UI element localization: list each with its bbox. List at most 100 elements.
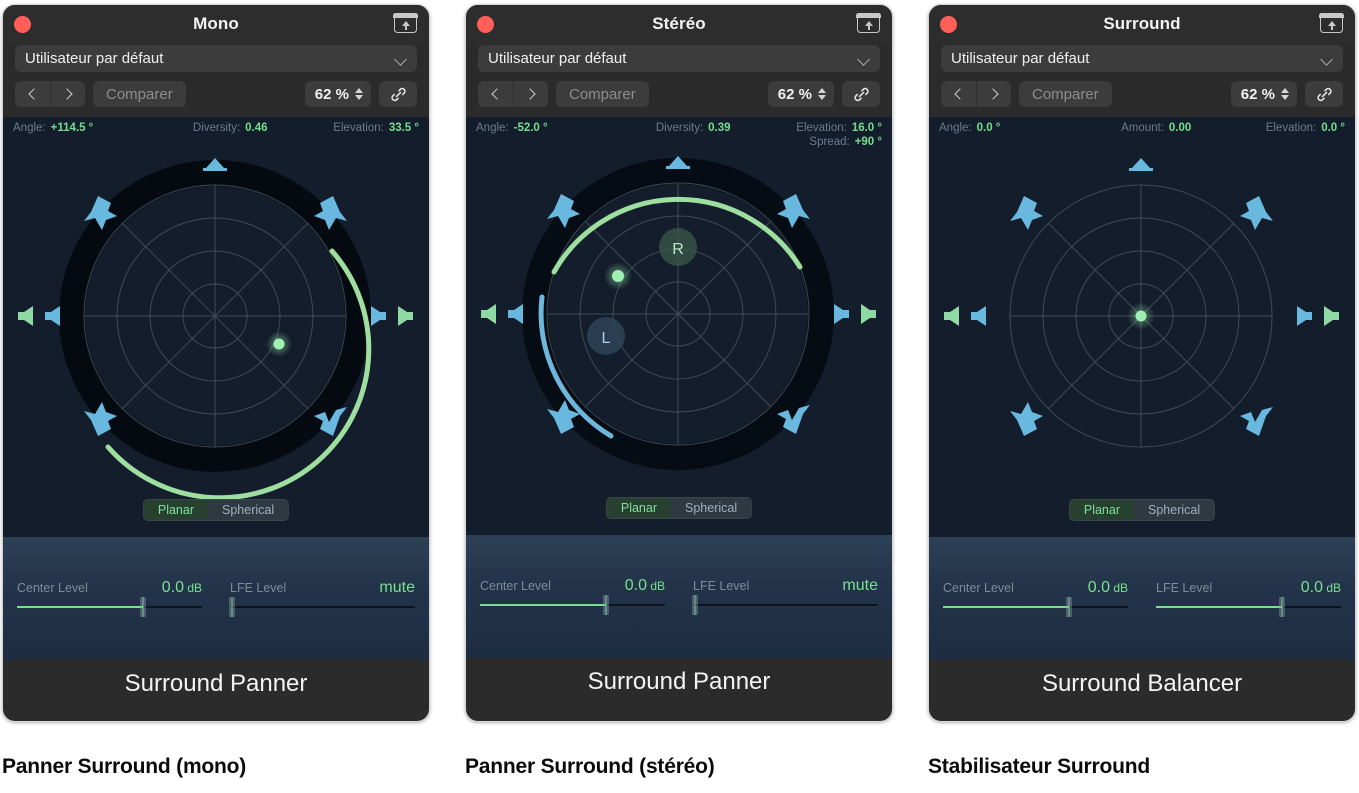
mix-percent-value: 62 %: [314, 85, 349, 103]
view-mode-planar[interactable]: Planar: [143, 500, 209, 520]
lfe-level-track[interactable]: [692, 595, 878, 615]
svg-text:R: R: [672, 241, 684, 258]
preset-nav-group: [941, 81, 1011, 107]
angle-value: -52.0 °: [513, 122, 548, 134]
center-level-label: Center Level: [480, 579, 551, 593]
expand-icon[interactable]: [1319, 13, 1344, 33]
lfe-level-slider[interactable]: LFE Level mute: [679, 535, 892, 658]
titlebar: Mono: [3, 5, 429, 45]
next-preset-button[interactable]: [513, 81, 548, 107]
level-section: Center Level 0.0 dB LFE Level 0.0 dB: [929, 537, 1355, 660]
control-row: Comparer 62 %: [466, 72, 892, 117]
window-title: Mono: [193, 14, 239, 33]
preset-select[interactable]: Utilisateur par défaut: [478, 45, 880, 72]
preset-row: Utilisateur par défaut: [466, 45, 892, 72]
mix-percent-value: 62 %: [777, 85, 812, 103]
lfe-level-knob[interactable]: [692, 595, 698, 615]
center-level-track[interactable]: [480, 595, 665, 615]
stepper-icon[interactable]: [818, 88, 826, 100]
center-level-track[interactable]: [943, 597, 1128, 617]
view-mode-planar[interactable]: Planar: [606, 498, 672, 518]
readout-strip: Angle: +114.5 ° Diversity: 0.46 Elevatio…: [3, 117, 429, 136]
lfe-level-knob[interactable]: [1278, 597, 1285, 617]
preset-select[interactable]: Utilisateur par défaut: [941, 45, 1343, 72]
preset-nav-group: [478, 81, 548, 107]
center-level-knob[interactable]: [1065, 597, 1072, 617]
view-mode-spherical[interactable]: Spherical: [208, 500, 288, 520]
mix-percent-field[interactable]: 62 %: [767, 81, 834, 107]
panner-field[interactable]: Planar Spherical: [929, 136, 1355, 537]
compare-button[interactable]: Comparer: [93, 81, 186, 107]
preset-row: Utilisateur par défaut: [929, 45, 1355, 72]
prev-preset-button[interactable]: [15, 81, 50, 107]
expand-icon[interactable]: [393, 13, 418, 33]
plugin-window-stereo[interactable]: Stéréo Utilisateur par défaut Comparer 6…: [465, 4, 893, 722]
readout-spread: Spread: +90 °: [809, 136, 882, 148]
control-row: Comparer 62 %: [3, 72, 429, 117]
view-mode-spherical[interactable]: Spherical: [1134, 500, 1214, 520]
lfe-level-track[interactable]: [229, 597, 415, 617]
caption-surround: Stabilisateur Surround: [928, 755, 1150, 778]
plugin-window-surround[interactable]: Surround Utilisateur par défaut Comparer…: [928, 4, 1356, 722]
elevation-label: Elevation:: [333, 122, 384, 134]
stepper-icon[interactable]: [1281, 88, 1289, 100]
preset-select[interactable]: Utilisateur par défaut: [15, 45, 417, 72]
spread-value: +90 °: [854, 136, 882, 148]
center-level-slider[interactable]: Center Level 0.0 dB: [929, 537, 1142, 660]
lfe-level-slider[interactable]: LFE Level 0.0 dB: [1142, 537, 1355, 660]
center-level-value: 0.0 dB: [161, 579, 202, 596]
prev-preset-button[interactable]: [478, 81, 513, 107]
view-mode-planar[interactable]: Planar: [1069, 500, 1135, 520]
link-button[interactable]: [1305, 81, 1343, 107]
center-level-value: 0.0 dB: [1087, 579, 1128, 596]
elevation-value: 33.5 °: [388, 122, 419, 134]
plugin-window-mono[interactable]: Mono Utilisateur par défaut Comparer 62 …: [2, 4, 430, 722]
angle-label: Angle:: [13, 122, 46, 134]
compare-label: Comparer: [569, 85, 636, 103]
readout-diversity: Diversity: 0.46: [163, 122, 297, 134]
readout-strip: Angle: -52.0 ° Diversity: 0.39 Elevation…: [466, 117, 892, 150]
lfe-level-knob[interactable]: [229, 597, 235, 617]
next-preset-button[interactable]: [50, 81, 85, 107]
center-level-slider[interactable]: Center Level 0.0 dB: [3, 537, 216, 660]
compare-label: Comparer: [106, 85, 173, 103]
compare-button[interactable]: Comparer: [556, 81, 649, 107]
view-mode-spherical[interactable]: Spherical: [671, 498, 751, 518]
panner-field[interactable]: Planar Spherical: [3, 136, 429, 537]
lfe-level-value: mute: [842, 577, 878, 594]
panner-field[interactable]: R L Planar Spherical: [466, 150, 892, 535]
link-button[interactable]: [379, 81, 417, 107]
stepper-icon[interactable]: [355, 88, 363, 100]
control-row: Comparer 62 %: [929, 72, 1355, 117]
center-level-knob[interactable]: [139, 597, 146, 617]
center-level-slider[interactable]: Center Level 0.0 dB: [466, 535, 679, 658]
preset-nav-group: [15, 81, 85, 107]
screenshot-stage: Mono Utilisateur par défaut Comparer 62 …: [0, 0, 1359, 793]
view-mode-toggle[interactable]: Planar Spherical: [142, 499, 290, 521]
compare-label: Comparer: [1032, 85, 1099, 103]
lfe-level-track[interactable]: [1156, 597, 1341, 617]
next-preset-button[interactable]: [976, 81, 1011, 107]
prev-preset-button[interactable]: [941, 81, 976, 107]
expand-icon[interactable]: [856, 13, 881, 33]
angle-value: +114.5 °: [50, 122, 94, 134]
compare-button[interactable]: Comparer: [1019, 81, 1112, 107]
lfe-level-slider[interactable]: LFE Level mute: [216, 537, 429, 660]
amount-value: 0.00: [1168, 122, 1192, 134]
mix-percent-field[interactable]: 62 %: [304, 81, 371, 107]
chevron-down-icon: [1320, 53, 1333, 66]
center-level-label: Center Level: [943, 581, 1014, 595]
elevation-label: Elevation:: [1265, 122, 1317, 134]
diversity-label: Diversity:: [192, 122, 241, 134]
center-level-knob[interactable]: [602, 595, 609, 615]
angle-value: 0.0 °: [976, 122, 1001, 134]
lfe-level-label: LFE Level: [230, 581, 287, 595]
mix-percent-field[interactable]: 62 %: [1230, 81, 1297, 107]
readout-angle: Angle: -52.0 °: [476, 122, 626, 134]
center-level-track[interactable]: [17, 597, 202, 617]
window-title: Stéréo: [652, 14, 706, 33]
titlebar: Stéréo: [466, 5, 892, 45]
view-mode-toggle[interactable]: Planar Spherical: [605, 497, 753, 519]
view-mode-toggle[interactable]: Planar Spherical: [1068, 499, 1216, 521]
link-button[interactable]: [842, 81, 880, 107]
